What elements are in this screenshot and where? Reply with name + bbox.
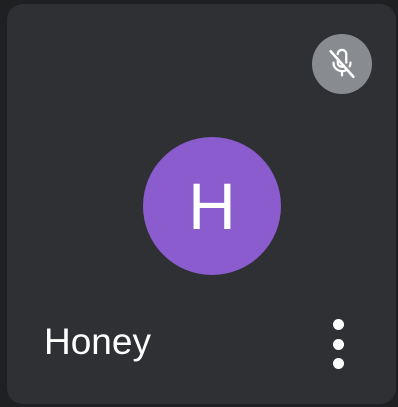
more-options-button[interactable] [318,316,358,372]
more-vertical-icon-dot [332,338,344,350]
mic-off-icon [312,34,372,94]
participant-tile: H Honey [7,4,396,404]
more-vertical-icon-dot [332,319,344,330]
more-vertical-icon-dot [332,358,344,369]
avatar-initial: H [188,169,236,243]
mic-off-glyph [329,48,355,79]
avatar: H [143,137,281,275]
participant-name: Honey [44,321,151,362]
